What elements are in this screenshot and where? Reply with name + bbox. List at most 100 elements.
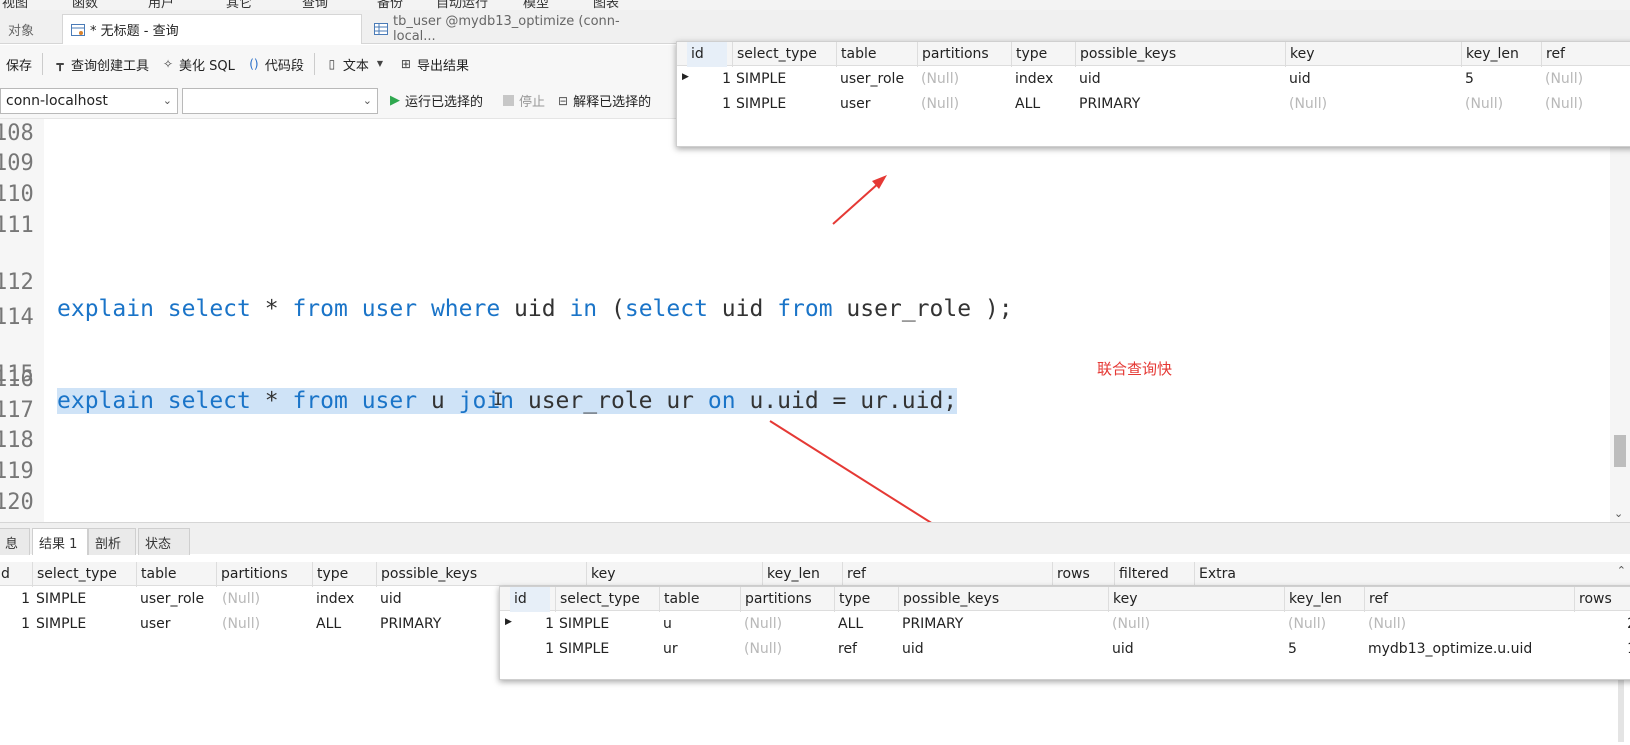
scrollbar-thumb[interactable]	[1614, 435, 1626, 467]
column-header[interactable]: select_type	[555, 587, 659, 612]
column-header[interactable]: ref	[1541, 42, 1630, 67]
column-header[interactable]: partitions	[917, 42, 1011, 67]
table-cell[interactable]: (Null)	[921, 92, 1011, 117]
save-button[interactable]: 保存	[0, 50, 38, 78]
table-cell[interactable]: SIMPLE	[736, 92, 836, 117]
tab-status[interactable]: 状态	[138, 528, 190, 555]
table-cell[interactable]: (Null)	[1289, 92, 1459, 117]
column-header[interactable]: type	[834, 587, 898, 612]
table-cell[interactable]: PRIMARY	[1079, 92, 1279, 117]
table-cell[interactable]: uid	[380, 587, 490, 612]
menu-item-model[interactable]: 模型	[523, 0, 549, 10]
menu-item-backup[interactable]: 备份	[377, 0, 403, 10]
table-cell[interactable]: ur	[663, 637, 739, 662]
column-header[interactable]: table	[836, 42, 916, 67]
menu-item-function[interactable]: 函数	[72, 0, 98, 10]
column-header[interactable]: partitions	[216, 562, 310, 587]
table-cell[interactable]: mydb13_optimize.u.uid	[1368, 637, 1568, 662]
column-header[interactable]: key_len	[762, 562, 842, 587]
column-header[interactable]: partitions	[740, 587, 834, 612]
table-cell[interactable]: SIMPLE	[559, 637, 659, 662]
table-cell[interactable]: 1	[0, 587, 30, 612]
table-cell[interactable]: PRIMARY	[380, 612, 490, 637]
explain-selected-button[interactable]: ⊟ 解释已选择的	[558, 91, 651, 111]
column-header[interactable]: rows	[1052, 562, 1114, 587]
table-cell[interactable]: 2	[1578, 612, 1630, 637]
table-cell[interactable]: (Null)	[1288, 612, 1364, 637]
table-cell[interactable]: 1	[520, 612, 554, 637]
table-cell[interactable]: (Null)	[744, 637, 834, 662]
menu-item-user[interactable]: 用户	[148, 0, 174, 10]
table-cell[interactable]: (Null)	[1545, 92, 1630, 117]
table-cell[interactable]: uid	[1112, 637, 1282, 662]
column-header[interactable]: ref	[1364, 587, 1574, 612]
table-cell[interactable]: (Null)	[222, 612, 312, 637]
snippet-button[interactable]: () 代码段	[241, 50, 310, 78]
tab-query[interactable]: * 无标题 - 查询	[62, 14, 362, 44]
table-cell[interactable]: (Null)	[921, 67, 1011, 92]
table-cell[interactable]: ALL	[838, 612, 898, 637]
table-cell[interactable]: (Null)	[222, 587, 312, 612]
beautify-sql-button[interactable]: ✧ 美化 SQL	[155, 50, 241, 78]
column-header[interactable]: key_len	[1284, 587, 1364, 612]
table-cell[interactable]: 1	[697, 67, 731, 92]
menu-item-chart[interactable]: 图表	[593, 0, 619, 10]
table-cell[interactable]: ALL	[1015, 92, 1075, 117]
table-cell[interactable]: (Null)	[1368, 612, 1568, 637]
column-header[interactable]: d	[0, 562, 30, 587]
tab-messages[interactable]: 息	[0, 528, 30, 555]
table-cell[interactable]: user_role	[140, 587, 216, 612]
column-header[interactable]: id	[687, 42, 727, 67]
column-header[interactable]: table	[136, 562, 216, 587]
table-cell[interactable]: uid	[1289, 67, 1459, 92]
column-header[interactable]: select_type	[732, 42, 836, 67]
column-header[interactable]: possible_keys	[376, 562, 586, 587]
table-cell[interactable]: 1	[697, 92, 731, 117]
chevron-up-icon[interactable]: ⌃	[1617, 564, 1626, 577]
table-cell[interactable]: (Null)	[1465, 92, 1541, 117]
table-cell[interactable]: SIMPLE	[736, 67, 836, 92]
table-cell[interactable]: uid	[902, 637, 1102, 662]
column-header[interactable]: key	[1285, 42, 1461, 67]
column-header[interactable]: select_type	[32, 562, 136, 587]
run-selected-button[interactable]: ▶ 运行已选择的	[390, 91, 483, 110]
table-cell[interactable]: 1	[520, 637, 554, 662]
tab-result-1[interactable]: 结果 1	[32, 528, 88, 555]
table-cell[interactable]: ref	[838, 637, 898, 662]
query-builder-button[interactable]: ┳ 查询创建工具	[47, 50, 155, 78]
connection-select[interactable]: conn-localhost ⌄	[0, 88, 178, 114]
tab-objects[interactable]: 对象	[0, 14, 62, 44]
column-header[interactable]: Extra	[1194, 562, 1494, 587]
table-cell[interactable]: 5	[1465, 67, 1541, 92]
column-header[interactable]: key	[586, 562, 762, 587]
sql-editor[interactable]: 108 109 110 111 112 explain select * fro…	[0, 119, 1610, 522]
table-cell[interactable]: 1	[1578, 637, 1630, 662]
table-cell[interactable]: index	[1015, 67, 1075, 92]
column-header[interactable]: possible_keys	[898, 587, 1108, 612]
editor-scrollbar[interactable]: ⌄	[1610, 119, 1630, 522]
stop-button[interactable]: 停止	[503, 91, 545, 110]
table-cell[interactable]: 5	[1288, 637, 1364, 662]
text-button[interactable]: ▯ 文本 ▼	[319, 50, 393, 78]
table-cell[interactable]: PRIMARY	[902, 612, 1102, 637]
column-header[interactable]: rows	[1574, 587, 1630, 612]
table-cell[interactable]: index	[316, 587, 376, 612]
table-cell[interactable]: uid	[1079, 67, 1279, 92]
column-header[interactable]: table	[659, 587, 739, 612]
column-header[interactable]: type	[1011, 42, 1075, 67]
tab-profile[interactable]: 剖析	[88, 528, 136, 555]
menu-item-automation[interactable]: 自动运行	[436, 0, 488, 10]
column-header[interactable]: possible_keys	[1075, 42, 1285, 67]
menu-item-other[interactable]: 其它	[226, 0, 252, 10]
column-header[interactable]: filtered	[1114, 562, 1194, 587]
table-cell[interactable]: 1	[0, 612, 30, 637]
column-header[interactable]: ref	[842, 562, 1052, 587]
table-cell[interactable]: (Null)	[1112, 612, 1282, 637]
column-header[interactable]: type	[312, 562, 376, 587]
database-select[interactable]: ⌄	[182, 88, 378, 114]
table-cell[interactable]: user	[840, 92, 916, 117]
table-cell[interactable]: (Null)	[744, 612, 834, 637]
column-header[interactable]: key	[1108, 587, 1284, 612]
menu-item-query[interactable]: 查询	[302, 0, 328, 10]
column-header[interactable]: id	[510, 587, 550, 612]
